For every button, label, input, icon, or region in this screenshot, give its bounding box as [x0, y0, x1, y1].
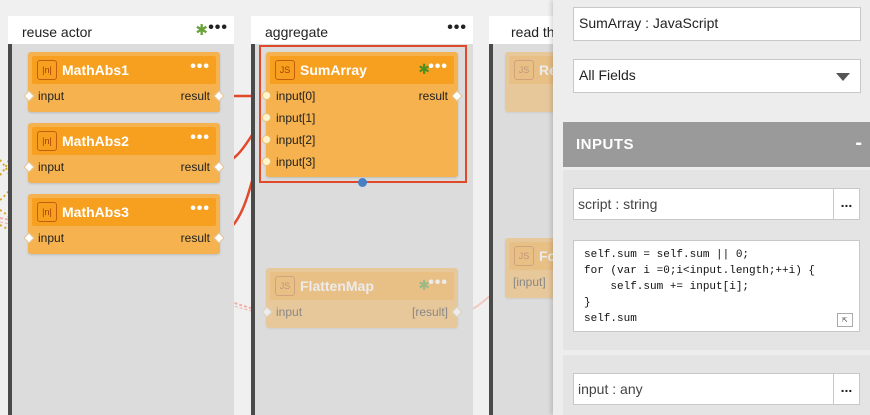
port-label-output: result	[180, 160, 210, 174]
ellipsis-icon[interactable]: •••	[190, 129, 210, 147]
port-label-input: input[2]	[276, 133, 316, 147]
input-port[interactable]	[262, 135, 271, 144]
chevron-down-icon	[836, 73, 850, 81]
port-label-input: input[1]	[276, 111, 316, 125]
resize-handle[interactable]	[358, 178, 367, 187]
node-type-icon: JS	[275, 276, 295, 296]
lane-border	[8, 16, 12, 415]
node-title: MathAbs2	[62, 133, 129, 149]
lane-border	[489, 16, 493, 415]
input-field-label: input : any	[578, 381, 643, 397]
code-line: }	[584, 297, 591, 309]
resize-icon[interactable]: ⇱	[837, 313, 853, 327]
node-header[interactable]: |n| MathAbs2 •••	[32, 127, 216, 155]
node-flattenmap[interactable]: JS FlattenMap ✱ ••• input [result]	[261, 268, 463, 328]
port-label-input: [input]	[513, 275, 546, 289]
ellipsis-icon[interactable]: ...	[833, 189, 859, 219]
ellipsis-icon[interactable]: •••	[428, 274, 448, 292]
field-filter-select[interactable]: All Fields	[573, 59, 861, 93]
port-label-output: result	[180, 231, 210, 245]
workflow-canvas[interactable]: reuse actor ✱ ••• aggregate ••• read th …	[0, 0, 870, 415]
input-port[interactable]	[262, 91, 271, 100]
port-label-input: input	[38, 160, 65, 174]
script-field-label: script : string	[578, 196, 658, 212]
lane-header: reuse actor ✱ •••	[8, 16, 234, 44]
port-label-output: result	[180, 89, 210, 103]
node-header[interactable]: JS FlattenMap ✱ •••	[270, 272, 454, 300]
asterisk-icon: ✱	[195, 22, 208, 39]
code-line: self.sum	[584, 313, 637, 325]
port-label-input: input[0]	[276, 89, 316, 103]
code-line: for (var i =0;i<input.length;++i) {	[584, 265, 816, 277]
port-label-input: input	[276, 305, 303, 319]
code-line: self.sum = self.sum || 0;	[584, 249, 750, 261]
node-mathabs3[interactable]: |n| MathAbs3 ••• input result	[23, 194, 225, 254]
ellipsis-icon[interactable]: •••	[447, 20, 467, 36]
node-sumarray[interactable]: JS SumArray ✱ ••• input[0] input[1] inpu…	[262, 52, 463, 177]
code-line: self.sum += input[i];	[584, 281, 750, 293]
input-port[interactable]	[262, 113, 271, 122]
input-field[interactable]: input : any ...	[573, 373, 860, 405]
node-type-icon: JS	[514, 246, 534, 266]
node-type-icon: |n|	[37, 202, 57, 222]
node-type-icon: JS	[275, 60, 295, 80]
lane-header: aggregate •••	[251, 16, 473, 44]
port-label-output: [result]	[411, 305, 448, 319]
node-type-icon: |n|	[37, 131, 57, 151]
node-type-icon: |n|	[37, 60, 57, 80]
node-header[interactable]: |n| MathAbs3 •••	[32, 198, 216, 226]
inputs-section-header[interactable]: INPUTS -	[563, 122, 870, 167]
lane-border	[251, 16, 255, 415]
node-header[interactable]: |n| MathAbs1 •••	[32, 56, 216, 84]
node-name-field[interactable]: SumArray : JavaScript	[573, 7, 861, 41]
node-type-icon: JS	[514, 60, 534, 80]
lane-title: reuse actor	[22, 24, 93, 40]
node-mathabs1[interactable]: |n| MathAbs1 ••• input result	[23, 52, 225, 112]
field-filter-value: All Fields	[579, 67, 636, 83]
node-title: MathAbs1	[62, 62, 129, 78]
input-port[interactable]	[262, 157, 271, 166]
script-field-group: script : string ... self.sum = self.sum …	[563, 170, 870, 350]
lane-title: aggregate	[265, 24, 329, 40]
port-label-input: input	[38, 231, 65, 245]
script-field[interactable]: script : string ...	[573, 188, 860, 220]
properties-panel: SumArray : JavaScript All Fields INPUTS …	[553, 0, 870, 415]
ellipsis-icon[interactable]: •••	[190, 200, 210, 218]
node-title: MathAbs3	[62, 204, 129, 220]
lane-title: read th	[511, 24, 555, 40]
section-title: INPUTS	[576, 136, 635, 153]
node-title: FlattenMap	[300, 278, 374, 294]
input-field-group: input : any ...	[563, 355, 870, 415]
script-code-editor[interactable]: self.sum = self.sum || 0; for (var i =0;…	[573, 240, 860, 332]
node-mathabs2[interactable]: |n| MathAbs2 ••• input result	[23, 123, 225, 183]
port-label-input: input	[38, 89, 65, 103]
node-header[interactable]: JS SumArray ✱ •••	[270, 56, 454, 84]
ellipsis-icon[interactable]: •••	[208, 20, 228, 36]
node-title: SumArray	[300, 62, 367, 78]
ellipsis-icon[interactable]: •••	[190, 58, 210, 76]
collapse-icon[interactable]: -	[855, 132, 862, 155]
port-label-output: result	[418, 89, 448, 103]
port-label-input: input[3]	[276, 155, 316, 169]
ellipsis-icon[interactable]: •••	[428, 58, 448, 76]
ellipsis-icon[interactable]: ...	[833, 374, 859, 404]
node-name-value: SumArray : JavaScript	[579, 15, 719, 31]
